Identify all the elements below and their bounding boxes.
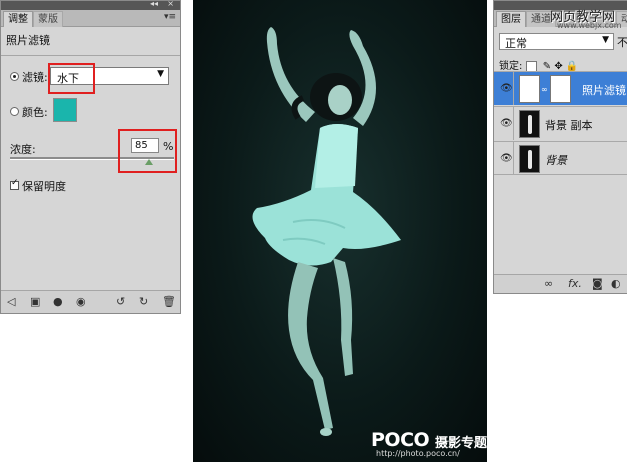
layer-thumbnail — [519, 145, 540, 173]
blend-mode-value: 正常 — [505, 37, 527, 50]
panel-title: 照片滤镜 — [6, 34, 50, 47]
filter-label: 滤镜: — [22, 71, 48, 84]
tab-layers[interactable]: 图层 — [496, 11, 526, 27]
highlight-box-density — [118, 129, 177, 173]
layer-row[interactable]: 👁 背景 副本 — [494, 106, 627, 140]
tab-adjustments[interactable]: 调整 — [3, 11, 33, 27]
lock-transparency-icon[interactable] — [525, 60, 537, 72]
panel-menu-icon[interactable]: ▾≡ — [164, 12, 176, 22]
opacity-label: 不 — [617, 36, 627, 49]
watermark-url: http://photo.poco.cn/ — [376, 449, 460, 458]
layer-name: 背景 副本 — [545, 119, 593, 132]
layer-row[interactable]: 👁 ∞ 照片滤镜 1 — [494, 71, 627, 105]
clip-layer-icon[interactable]: ● — [53, 295, 63, 309]
lock-row: 锁定: ✎ ✥ 🔒 — [499, 57, 578, 72]
fx-icon[interactable]: fx. — [568, 277, 582, 291]
layer-name: 照片滤镜 1 — [582, 84, 627, 97]
panel-title-bar[interactable]: ◂◂ × — [1, 0, 180, 10]
visibility-eye-icon[interactable]: ◉ — [76, 295, 86, 309]
color-radio[interactable] — [10, 107, 19, 116]
site-watermark-url: www.webjx.com — [557, 21, 622, 30]
blend-mode-dropdown[interactable]: 正常 ▼ — [499, 33, 614, 50]
highlight-box-filter — [48, 63, 95, 94]
tab-masks[interactable]: 蒙版 — [33, 11, 63, 27]
layer-thumbnail — [519, 110, 540, 138]
eye-icon[interactable]: 👁 — [500, 153, 513, 164]
layer-mask-thumbnail — [550, 75, 571, 103]
divider — [1, 55, 180, 56]
filter-radio[interactable] — [10, 72, 19, 81]
preserve-luminosity-checkbox[interactable] — [10, 178, 19, 190]
adjustments-panel: ◂◂ × 调整 蒙版 ▾≡ 照片滤镜 滤镜: 水下 ▼ 颜色: 浓度: 85 %… — [0, 0, 181, 314]
adjustment-layer-icon — [519, 75, 540, 103]
layers-panel: 图层 通道 动 正常 ▼ 不 锁定: ✎ ✥ 🔒 👁 ∞ 照片滤镜 1 👁 背景… — [493, 0, 627, 294]
color-label: 颜色: — [22, 106, 48, 119]
view-previous-icon[interactable]: ↺ — [116, 295, 125, 309]
watermark-brand: POCO — [371, 429, 430, 451]
layer-name: 背景 — [545, 154, 567, 167]
chevron-down-icon: ▼ — [157, 69, 164, 79]
density-label: 浓度: — [10, 143, 36, 156]
photo-image — [252, 27, 401, 436]
divider — [513, 72, 514, 105]
eye-icon[interactable]: 👁 — [500, 118, 513, 129]
layer-row[interactable]: 👁 背景 — [494, 141, 627, 175]
new-adjustment-icon[interactable]: ◐ — [611, 277, 621, 291]
expand-view-icon[interactable]: ▣ — [30, 295, 40, 309]
photo-canvas[interactable]: POCO 摄影专题 http://photo.poco.cn/ — [193, 0, 487, 462]
divider — [513, 107, 514, 140]
chevron-down-icon: ▼ — [602, 35, 609, 45]
divider — [513, 142, 514, 174]
link-layers-icon[interactable]: ∞ — [544, 277, 553, 291]
panel-tabs: 调整 蒙版 ▾≡ — [1, 10, 180, 27]
adjustments-toolbar: ◁ ▣ ● ◉ ↺ ↻ 🗑 — [1, 290, 180, 313]
trash-icon[interactable]: 🗑 — [162, 295, 176, 309]
layers-toolbar: ∞ fx. ◙ ◐ — [494, 274, 627, 293]
preserve-luminosity-label: 保留明度 — [22, 180, 66, 193]
close-icon[interactable]: × — [167, 0, 174, 8]
reset-icon[interactable]: ↻ — [139, 295, 148, 309]
eye-icon[interactable]: 👁 — [500, 83, 513, 94]
color-swatch[interactable] — [53, 98, 77, 122]
collapse-icon[interactable]: ◂◂ — [150, 0, 158, 8]
link-icon: ∞ — [541, 85, 548, 94]
add-mask-icon[interactable]: ◙ — [592, 277, 603, 291]
back-arrow-icon[interactable]: ◁ — [7, 295, 15, 309]
